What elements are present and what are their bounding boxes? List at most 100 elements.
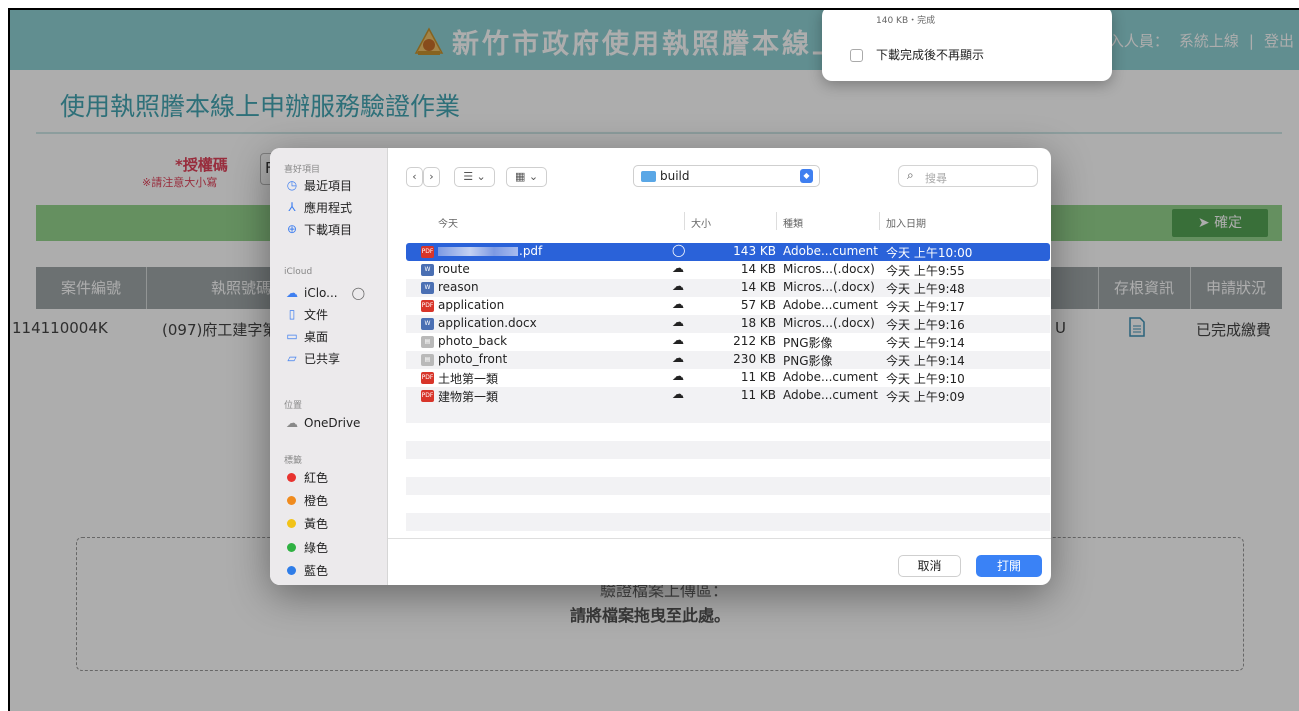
sidebar-item-label: 黃色: [304, 516, 329, 531]
open-button[interactable]: 打開: [976, 555, 1042, 577]
file-extension: .pdf: [519, 244, 543, 258]
icloud-section-title: iCloud: [284, 267, 313, 277]
pdf-file-icon: PDF: [421, 246, 434, 258]
redacted-filename: [438, 247, 518, 256]
file-open-dialog: 喜好項目 ◷ 最近項目 ⅄ 應用程式 ⊕ 下載項目 iCloud ☁ iClo... ◯ …: [270, 148, 1051, 585]
sidebar-item-recents[interactable]: ◷ 最近項目: [284, 176, 352, 194]
column-divider: [879, 212, 880, 230]
clock-icon: ◷: [286, 178, 298, 192]
file-row[interactable]: W route ☁ 14 KB Micros...(.docx) 今天 上午9:…: [406, 261, 1050, 279]
file-size: 143 KB: [733, 244, 776, 258]
file-kind: Micros...(.docx): [783, 262, 875, 276]
dialog-toolbar: ‹ › ☰ ⌄ ▦ ⌄ build ◆ ⌕ 搜尋: [388, 148, 1051, 198]
sidebar-item-documents[interactable]: ▯ 文件: [284, 305, 328, 323]
file-name: 建物第一類: [438, 390, 499, 404]
file-date: 今天 上午9:48: [886, 282, 965, 296]
file-kind: Micros...(.docx): [783, 316, 875, 330]
column-date-header[interactable]: 加入日期: [886, 215, 926, 230]
sidebar-item-label: 文件: [304, 307, 329, 322]
file-row[interactable]: PDF 土地第一類 ☁ 11 KB Adobe...cument 今天 上午9:…: [406, 369, 1050, 387]
sidebar-item-downloads[interactable]: ⊕ 下載項目: [284, 220, 352, 238]
dialog-sidebar: 喜好項目 ◷ 最近項目 ⅄ 應用程式 ⊕ 下載項目 iCloud ☁ iClo... ◯ …: [270, 148, 388, 585]
download-icon: ⊕: [286, 222, 298, 236]
word-file-icon: W: [421, 264, 434, 276]
sidebar-tag-red[interactable]: 紅色: [284, 468, 328, 486]
folder-path-label: build: [660, 169, 690, 183]
group-by-button[interactable]: ▦ ⌄: [506, 167, 547, 187]
file-row[interactable]: PDF application ☁ 57 KB Adobe...cument 今…: [406, 297, 1050, 315]
sidebar-item-desktop[interactable]: ▭ 桌面: [284, 327, 328, 345]
file-row[interactable]: ▤ photo_back ☁ 212 KB PNG影像 今天 上午9:14: [406, 333, 1050, 351]
chevron-left-icon: ‹: [412, 170, 417, 183]
file-kind: Micros...(.docx): [783, 280, 875, 294]
column-divider: [776, 212, 777, 230]
sidebar-item-label: 應用程式: [304, 200, 353, 215]
empty-list-row: [406, 513, 1050, 531]
sidebar-tag-yellow[interactable]: 黃色: [284, 514, 328, 532]
empty-list-row: [406, 441, 1050, 459]
folder-path-select[interactable]: build ◆: [633, 165, 820, 187]
column-divider: [684, 212, 685, 230]
sidebar-item-label: 藍色: [304, 563, 329, 578]
file-row[interactable]: W application.docx ☁ 18 KB Micros...(.do…: [406, 315, 1050, 333]
cloud-icon: ☁: [672, 261, 684, 275]
file-kind: Adobe...cument: [783, 388, 878, 402]
sidebar-item-label: 橙色: [304, 493, 329, 508]
search-placeholder: 搜尋: [925, 172, 947, 185]
column-name-header[interactable]: 今天: [438, 215, 458, 230]
column-kind-header[interactable]: 種類: [783, 215, 803, 230]
dialog-footer-divider: [388, 538, 1051, 539]
sidebar-item-icloud-drive[interactable]: ☁ iClo... ◯: [284, 284, 365, 302]
yellow-tag-dot: [287, 518, 296, 528]
file-name: application: [438, 298, 505, 312]
file-row[interactable]: W reason ☁ 14 KB Micros...(.docx) 今天 上午9…: [406, 279, 1050, 297]
search-input[interactable]: ⌕ 搜尋: [898, 165, 1038, 187]
file-size: 14 KB: [740, 262, 776, 276]
red-tag-dot: [287, 472, 296, 482]
sidebar-tag-orange[interactable]: 橙色: [284, 491, 328, 509]
view-mode-button[interactable]: ☰ ⌄: [454, 167, 495, 187]
file-date: 今天 上午9:55: [886, 264, 965, 278]
sidebar-tag-blue[interactable]: 藍色: [284, 561, 328, 579]
column-size-header[interactable]: 大小: [691, 215, 711, 230]
file-size: 230 KB: [733, 352, 776, 366]
blue-tag-dot: [287, 565, 296, 575]
sidebar-item-label: 綠色: [304, 540, 329, 555]
sidebar-item-shared[interactable]: ▱ 已共享: [284, 349, 340, 367]
file-size: 57 KB: [740, 298, 776, 312]
pdf-file-icon: PDF: [421, 390, 434, 402]
file-name: route: [438, 262, 470, 276]
image-file-icon: ▤: [421, 354, 434, 366]
sidebar-item-onedrive[interactable]: ☁ OneDrive: [284, 414, 360, 432]
file-kind: Adobe...cument: [783, 298, 878, 312]
file-size: 11 KB: [740, 370, 776, 384]
file-kind: PNG影像: [783, 336, 833, 350]
cloud-icon: ☁: [672, 315, 684, 329]
sidebar-item-label: iClo...: [304, 286, 338, 300]
back-button[interactable]: ‹: [406, 167, 423, 187]
file-date: 今天 上午9:14: [886, 336, 965, 350]
chevron-right-icon: ›: [429, 170, 434, 183]
cloud-icon: ☁: [672, 351, 684, 365]
file-row[interactable]: PDF .pdf ◯ 143 KB Adobe...cument 今天 上午10…: [406, 243, 1050, 261]
file-kind: Adobe...cument: [783, 370, 878, 384]
forward-button[interactable]: ›: [423, 167, 440, 187]
file-row[interactable]: PDF 建物第一類 ☁ 11 KB Adobe...cument 今天 上午9:…: [406, 387, 1050, 405]
file-name: photo_front: [438, 352, 508, 366]
cancel-button[interactable]: 取消: [898, 555, 961, 577]
tags-section-title: 標籤: [284, 456, 303, 466]
cloud-icon: ☁: [672, 369, 684, 383]
hide-after-download-checkbox[interactable]: [850, 49, 863, 62]
word-file-icon: W: [421, 282, 434, 294]
cloud-icon: ☁: [672, 387, 684, 401]
file-size: 11 KB: [740, 388, 776, 402]
sidebar-item-label: 紅色: [304, 470, 329, 485]
sync-progress-icon: ◯: [672, 243, 686, 257]
orange-tag-dot: [287, 495, 296, 505]
sidebar-tag-green[interactable]: 綠色: [284, 538, 328, 556]
browser-page: 新竹市政府使用執照謄本線上申 入人員： 系統上線 | 登出 使用執照謄本線上申辦服務驗…: [8, 8, 1299, 711]
word-file-icon: W: [421, 318, 434, 330]
file-row[interactable]: ▤ photo_front ☁ 230 KB PNG影像 今天 上午9:14: [406, 351, 1050, 369]
file-date: 今天 上午10:00: [886, 246, 973, 260]
sidebar-item-applications[interactable]: ⅄ 應用程式: [284, 198, 352, 216]
